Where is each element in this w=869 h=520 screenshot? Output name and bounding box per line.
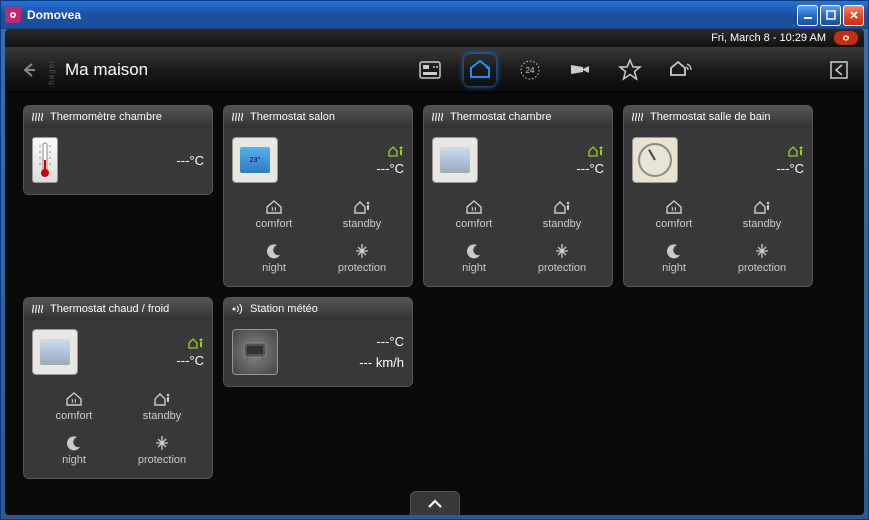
expand-panel-button[interactable] [410,491,460,515]
maximize-button[interactable] [820,5,841,26]
presence-icon [588,145,604,157]
card-body: ---°C comfort standby night protection [24,320,212,478]
svg-text:24: 24 [525,66,534,75]
mode-protection[interactable]: protection [320,238,404,278]
temperature-value: ---°C [776,161,804,176]
mode-standby[interactable]: standby [720,194,804,234]
heat-icon [30,110,44,124]
card-header: Thermostat chambre [424,106,612,128]
card-title: Thermostat salon [250,111,335,123]
weather-station-image [232,329,278,375]
card-header: Thermostat salon [224,106,412,128]
card-body: ---°C comfort standby night protection [424,128,612,286]
status-datetime: Fri, March 8 - 10:29 AM [711,32,826,44]
mode-protection[interactable]: protection [520,238,604,278]
mode-protection[interactable]: protection [720,238,804,278]
app-window: Domovea Fri, March 8 - 10:29 AM :hager M… [0,0,869,520]
mode-buttons: comfort standby night protection [432,194,604,278]
mode-night[interactable]: night [432,238,516,278]
app-content: Fri, March 8 - 10:29 AM :hager Ma maison… [5,29,864,515]
temperature-value: ---°C [576,161,604,176]
thermostat-image [432,137,478,183]
mode-comfort[interactable]: comfort [632,194,716,234]
heat-icon [230,110,244,124]
thermostat-image [32,329,78,375]
card-thermometer[interactable]: Thermomètre chambre ---°C [23,105,213,195]
mode-night[interactable]: night [232,238,316,278]
back-button[interactable] [15,56,43,84]
status-bar: Fri, March 8 - 10:29 AM [5,29,864,47]
minimize-button[interactable] [797,5,818,26]
card-title: Station météo [250,303,318,315]
card-header: Station météo [224,298,412,320]
card-thermostat-salon[interactable]: Thermostat salon 23° ---°C comfort [223,105,413,287]
heat-icon [430,110,444,124]
card-body: 23° ---°C comfort standby night protecti… [224,128,412,286]
brand-label: :hager [47,52,55,88]
window-controls [797,5,864,26]
app-icon [5,7,21,23]
card-header: Thermomètre chambre [24,106,212,128]
mode-comfort[interactable]: comfort [432,194,516,234]
card-header: Thermostat salle de bain [624,106,812,128]
mode-buttons: comfort standby night protection [632,194,804,278]
close-button[interactable] [843,5,864,26]
mode-comfort[interactable]: comfort [32,386,116,426]
temperature-value: ---°C [376,161,404,176]
presence-icon [788,145,804,157]
card-title: Thermostat salle de bain [650,111,770,123]
card-body: ---°C [24,128,212,194]
home-icon[interactable] [464,54,496,86]
card-thermostat-chaudfroid[interactable]: Thermostat chaud / froid ---°C comfort [23,297,213,479]
window-title: Domovea [27,8,797,22]
card-header: Thermostat chaud / froid [24,298,212,320]
mode-standby[interactable]: standby [520,194,604,234]
temperature-value: ---°C [176,353,204,368]
card-station-meteo[interactable]: Station météo ---°C --- km/h [223,297,413,387]
titlebar: Domovea [1,1,868,29]
sync-button[interactable] [834,31,858,45]
card-thermostat-sdb[interactable]: Thermostat salle de bain ---°C comfort [623,105,813,287]
presence-icon [188,337,204,349]
mode-night[interactable]: night [32,430,116,470]
wind-value: --- km/h [359,355,404,370]
mode-buttons: comfort standby night protection [232,194,404,278]
mode-standby[interactable]: standby [120,386,204,426]
page-title: Ma maison [65,60,285,80]
camera-icon[interactable] [564,54,596,86]
nav-bar: :hager Ma maison 24 [5,47,864,93]
signal-icon [230,302,244,316]
heat-icon [630,110,644,124]
card-body: ---°C comfort standby night protection [624,128,812,286]
nav-icons: 24 [285,54,824,86]
mode-protection[interactable]: protection [120,430,204,470]
device-grid: Thermomètre chambre ---°C Thermostat sal… [5,93,864,491]
thermostat-dial-image [632,137,678,183]
heat-icon [30,302,44,316]
favorites-icon[interactable] [614,54,646,86]
dashboard-icon[interactable] [414,54,446,86]
collapse-icon[interactable] [824,55,854,85]
mode-comfort[interactable]: comfort [232,194,316,234]
temperature-value: ---°C [66,153,204,168]
thermometer-image [32,137,58,183]
schedule-icon[interactable]: 24 [514,54,546,86]
card-body: ---°C --- km/h [224,320,412,386]
card-title: Thermomètre chambre [50,111,162,123]
mode-night[interactable]: night [632,238,716,278]
temperature-value: ---°C [376,334,404,349]
thermostat-image: 23° [232,137,278,183]
mode-standby[interactable]: standby [320,194,404,234]
card-title: Thermostat chambre [450,111,551,123]
away-icon[interactable] [664,54,696,86]
presence-icon [388,145,404,157]
card-thermostat-chambre[interactable]: Thermostat chambre ---°C comfort [423,105,613,287]
mode-buttons: comfort standby night protection [32,386,204,470]
card-title: Thermostat chaud / froid [50,303,169,315]
